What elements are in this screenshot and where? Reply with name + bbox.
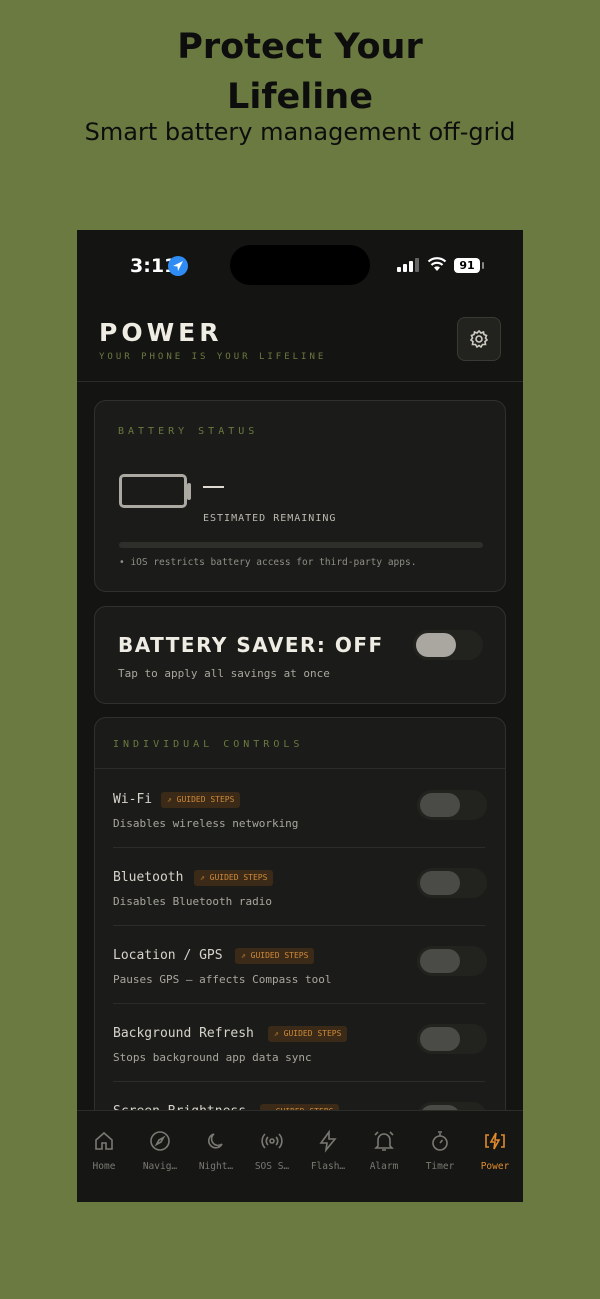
page-title: POWER: [99, 318, 223, 347]
gear-icon: [469, 329, 489, 349]
promo-subheadline: Smart battery management off-grid: [84, 118, 516, 146]
lightning-icon: [319, 1129, 337, 1153]
phone-screen: 3:11 91 POWER YOUR PHONE IS YOUR LIFELIN…: [77, 230, 523, 1202]
toggle-knob: [420, 793, 460, 817]
home-icon: [95, 1131, 113, 1150]
page-tagline: YOUR PHONE IS YOUR LIFELINE: [99, 352, 327, 362]
dynamic-island: [230, 245, 370, 285]
guided-steps-badge[interactable]: ⇗ GUIDED STEPS: [161, 792, 241, 808]
tab-label: Flash…: [310, 1161, 346, 1172]
guided-steps-badge[interactable]: ⇗ GUIDED STEPS: [194, 870, 274, 886]
control-desc: Stops background app data sync: [113, 1051, 312, 1064]
settings-button[interactable]: [457, 317, 501, 361]
bluetooth-toggle[interactable]: [417, 868, 487, 898]
toggle-knob: [420, 1027, 460, 1051]
battery-status-card: BATTERY STATUS — ESTIMATED REMAINING • i…: [94, 400, 506, 592]
tab-navigation[interactable]: Navig…: [132, 1129, 188, 1172]
guided-steps-badge[interactable]: ⇗ GUIDED STEPS: [268, 1026, 348, 1042]
tab-label: SOS S…: [254, 1161, 290, 1172]
tab-home[interactable]: Home: [77, 1129, 132, 1172]
headline-line-2: Lifeline: [227, 77, 373, 117]
tab-power[interactable]: Power: [467, 1129, 523, 1172]
battery-graphic-tip: [187, 483, 191, 500]
battery-indicator-nub: [482, 262, 484, 269]
control-row-bluetooth: Bluetooth ⇗ GUIDED STEPS Disables Blueto…: [95, 848, 505, 926]
battery-saver-card[interactable]: BATTERY SAVER: OFF Tap to apply all savi…: [94, 606, 506, 704]
battery-saver-title: BATTERY SAVER: OFF: [118, 633, 384, 657]
tab-label: Power: [480, 1161, 510, 1172]
control-name: Wi-Fi: [113, 792, 153, 807]
location-arrow-icon: [168, 256, 188, 276]
promo-headline: Protect Your Lifeline: [0, 22, 600, 122]
tab-label: Home: [92, 1161, 116, 1172]
headline-line-1: Protect Your: [177, 27, 423, 67]
tab-label: Night…: [198, 1161, 234, 1172]
tab-flashlight[interactable]: Flash…: [300, 1129, 356, 1172]
compass-icon: [150, 1131, 170, 1151]
individual-controls-label: INDIVIDUAL CONTROLS: [113, 739, 304, 750]
control-name: Background Refresh: [113, 1026, 254, 1041]
controls-divider: [95, 768, 505, 769]
battery-progress-track: [119, 542, 483, 548]
control-row-background-refresh: Background Refresh ⇗ GUIDED STEPS Stops …: [95, 1004, 505, 1082]
tab-label: Timer: [425, 1161, 455, 1172]
location-toggle[interactable]: [417, 946, 487, 976]
toggle-knob: [420, 871, 460, 895]
tab-label: Alarm: [369, 1161, 399, 1172]
moon-icon: [208, 1133, 223, 1149]
battery-value: —: [203, 486, 224, 488]
toggle-knob: [420, 949, 460, 973]
control-row-location: Location / GPS ⇗ GUIDED STEPS Pauses GPS…: [95, 926, 505, 1004]
toggle-knob: [416, 633, 456, 657]
wifi-icon: [427, 257, 447, 271]
control-name: Location / GPS: [113, 948, 223, 963]
tab-alarm[interactable]: Alarm: [356, 1129, 412, 1172]
control-desc: Pauses GPS — affects Compass tool: [113, 973, 332, 986]
cellular-signal-icon: [397, 258, 419, 272]
bell-icon: [374, 1131, 394, 1151]
broadcast-icon: [261, 1133, 283, 1149]
estimated-remaining-label: ESTIMATED REMAINING: [203, 513, 337, 524]
stopwatch-icon: [432, 1131, 448, 1151]
battery-access-note: • iOS restricts battery access for third…: [119, 557, 417, 568]
power-icon: [485, 1132, 505, 1150]
wifi-toggle[interactable]: [417, 790, 487, 820]
control-row-wifi: Wi-Fi ⇗ GUIDED STEPS Disables wireless n…: [95, 770, 505, 848]
tab-timer[interactable]: Timer: [412, 1129, 468, 1172]
tab-night[interactable]: Night…: [188, 1129, 244, 1172]
battery-status-label: BATTERY STATUS: [118, 426, 259, 437]
tab-bar: Home Navig… Night… SOS S… Flash… Alarm T…: [77, 1110, 523, 1202]
tab-label: Navig…: [142, 1161, 178, 1172]
background-refresh-toggle[interactable]: [417, 1024, 487, 1054]
control-desc: Disables wireless networking: [113, 817, 299, 830]
header-divider: [77, 381, 523, 382]
battery-indicator: 91: [454, 258, 480, 273]
tab-sos[interactable]: SOS S…: [244, 1129, 300, 1172]
control-desc: Disables Bluetooth radio: [113, 895, 272, 908]
guided-steps-badge[interactable]: ⇗ GUIDED STEPS: [235, 948, 315, 964]
battery-saver-toggle[interactable]: [413, 630, 483, 660]
battery-graphic: [119, 474, 187, 508]
battery-saver-subtitle: Tap to apply all savings at once: [118, 667, 330, 680]
control-name: Bluetooth: [113, 870, 184, 885]
